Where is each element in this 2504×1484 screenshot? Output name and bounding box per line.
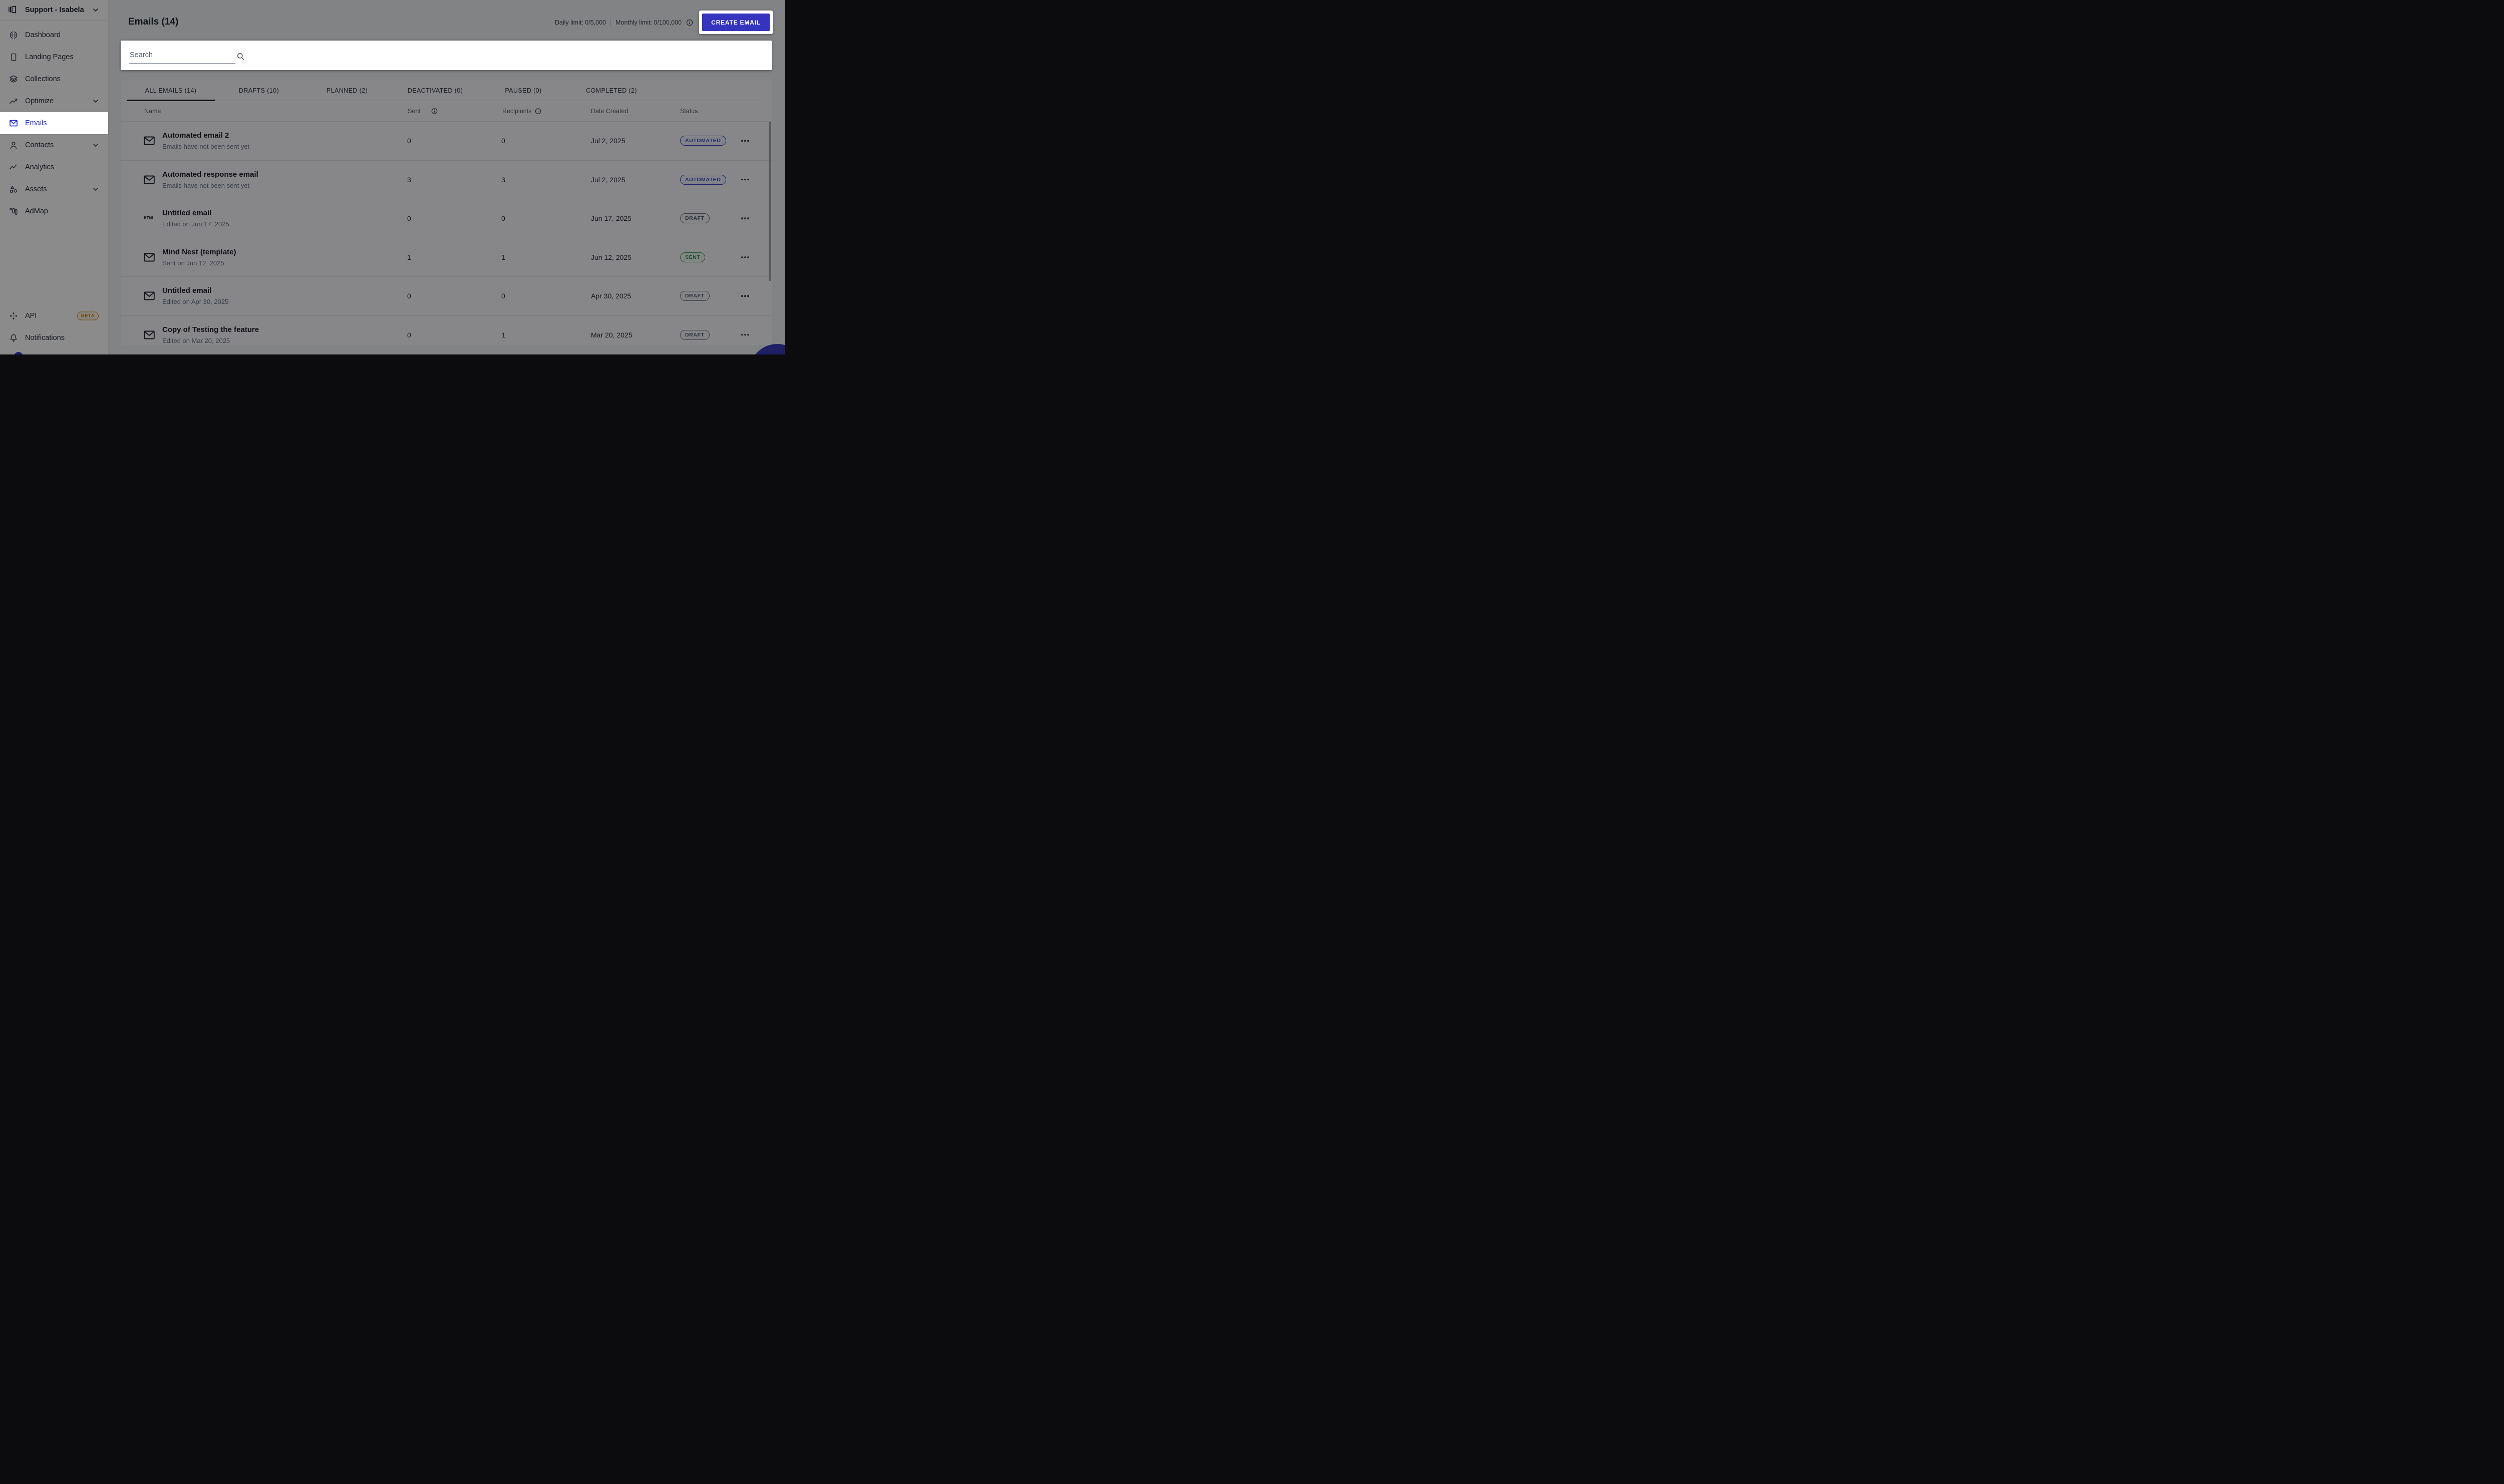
sidebar-item-emails[interactable]: Emails: [0, 112, 108, 134]
search-icon[interactable]: [237, 53, 245, 61]
create-email-spotlight: CREATE EMAIL: [699, 11, 773, 34]
emails-icon: [9, 119, 18, 128]
create-email-button[interactable]: CREATE EMAIL: [702, 14, 770, 31]
search-input[interactable]: [129, 49, 231, 62]
search-underline: [129, 63, 235, 64]
app-window: Support - Isabela DashboardLanding Pages…: [0, 0, 785, 354]
search-card: [121, 41, 772, 70]
sidebar-item-label: Emails: [25, 119, 47, 127]
